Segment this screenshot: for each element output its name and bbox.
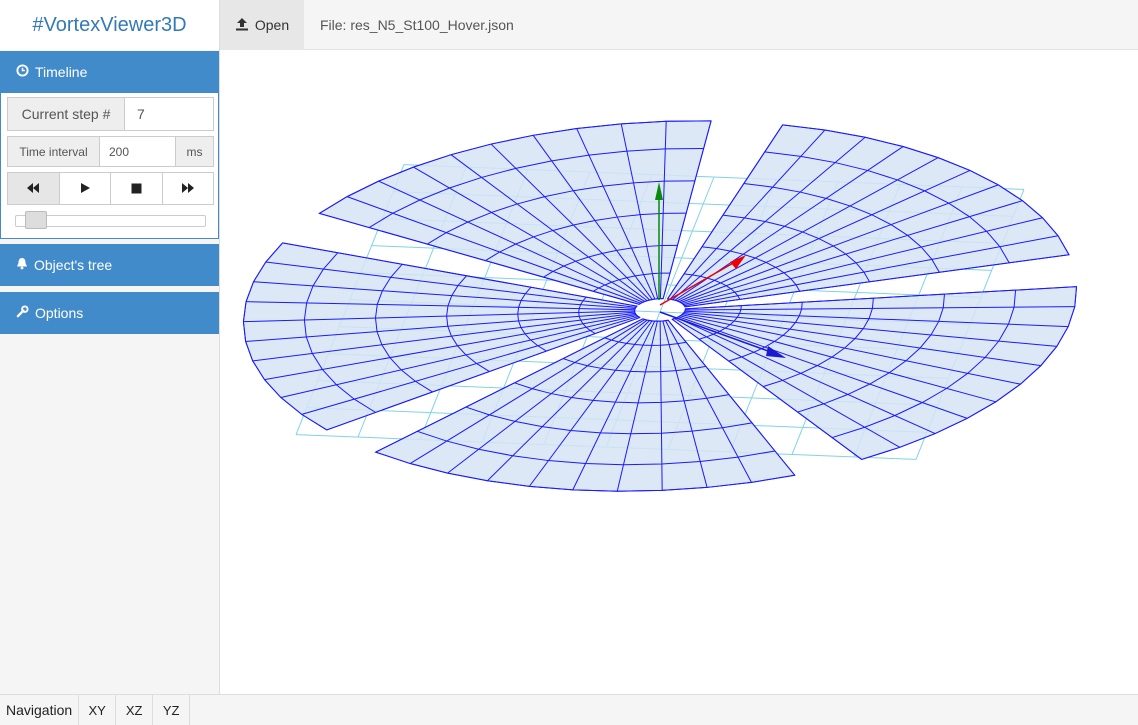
options-title: Options <box>35 305 84 321</box>
upload-icon <box>235 17 249 34</box>
clock-icon <box>16 64 29 80</box>
timeline-panel-header[interactable]: Timeline <box>0 51 219 93</box>
rewind-button[interactable] <box>7 172 60 205</box>
app-brand[interactable]: #VortexViewer3D <box>0 0 220 50</box>
bell-icon <box>16 257 28 273</box>
view-yz-button[interactable]: YZ <box>152 695 191 725</box>
time-interval-label: Time interval <box>8 137 100 166</box>
forward-icon <box>181 181 195 197</box>
time-interval-input[interactable]: 200 <box>100 137 175 166</box>
play-button[interactable] <box>58 172 111 205</box>
forward-button[interactable] <box>161 172 214 205</box>
objects-tree-panel-header[interactable]: Object's tree <box>0 244 219 286</box>
footer-navigation: Navigation XY XZ YZ <box>0 694 1138 725</box>
current-step-input[interactable]: 7 <box>125 98 213 130</box>
stop-button[interactable] <box>110 172 163 205</box>
current-step-group: Current step # 7 <box>7 97 214 131</box>
timeline-slider-handle[interactable] <box>25 211 48 229</box>
current-step-label: Current step # <box>8 98 125 130</box>
3d-viewport[interactable] <box>221 50 1138 694</box>
time-interval-group: Time interval 200 ms <box>7 136 214 167</box>
top-toolbar: Open File: res_N5_St100_Hover.json <box>220 0 1138 50</box>
view-xz-button[interactable]: XZ <box>115 695 152 725</box>
playback-controls <box>7 172 214 206</box>
view-xy-button[interactable]: XY <box>78 695 115 725</box>
backward-icon <box>26 181 40 197</box>
open-button-label: Open <box>254 17 290 33</box>
time-interval-unit: ms <box>175 137 213 166</box>
open-file-button[interactable]: Open <box>220 0 304 50</box>
stop-icon <box>131 181 142 197</box>
vortex-scene[interactable] <box>221 50 1138 694</box>
wrench-icon <box>16 305 29 321</box>
rotor-blade <box>666 124 1070 308</box>
play-icon <box>79 181 91 197</box>
timeline-title: Timeline <box>35 64 88 80</box>
current-file-label: File: res_N5_St100_Hover.json <box>320 17 514 33</box>
options-panel-header[interactable]: Options <box>0 292 219 334</box>
navigation-label: Navigation <box>6 702 73 718</box>
sidebar: Timeline Current step # 7 Time interval … <box>0 50 220 694</box>
objects-tree-title: Object's tree <box>34 257 113 273</box>
timeline-panel: Current step # 7 Time interval 200 ms <box>0 93 219 239</box>
